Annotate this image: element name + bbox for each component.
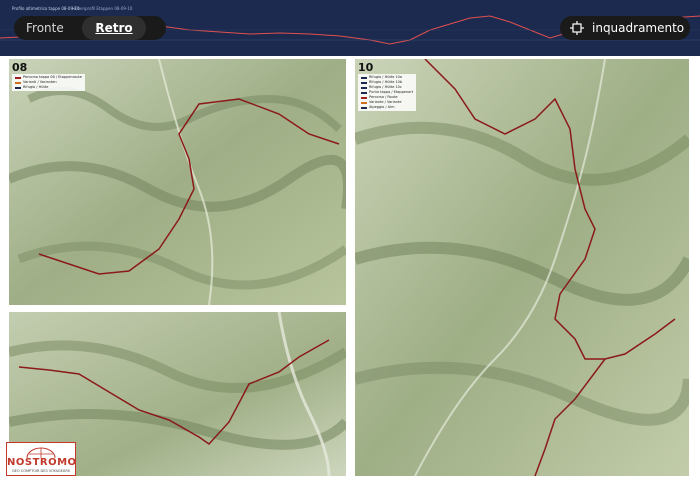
legend-item: Alpeggio / Alm: [361, 105, 413, 110]
legend-item: Rifugio / Hütte: [15, 85, 82, 90]
panel-number-10: 10: [358, 61, 374, 74]
legend-08: Percorso tappa 08 / Etappenroute Variant…: [12, 74, 85, 91]
logo-tagline: GEO COMPTOIR DES VOYAGEURS: [11, 469, 71, 473]
map-panel-10[interactable]: 10 Rifugio / Hütte 10a Rifugio / Hütte 1…: [355, 59, 689, 476]
map-10-terrain: [355, 59, 689, 476]
map-08-terrain: [9, 59, 346, 305]
frame-button[interactable]: inquadramento: [560, 16, 690, 40]
crop-frame-icon: [570, 21, 584, 35]
nostromo-logo: NOSTROMO GEO COMPTOIR DES VOYAGEURS: [6, 442, 76, 476]
profile-subtitle: Höhenprofil Etappen 08-09-10: [72, 6, 133, 11]
frame-button-label: inquadramento: [592, 21, 685, 35]
panel-number-08: 08: [12, 61, 28, 74]
logo-name: NOSTROMO: [7, 457, 77, 468]
back-button[interactable]: Retro: [82, 16, 146, 40]
legend-10: Rifugio / Hütte 10a Rifugio / Hütte 10b …: [358, 74, 417, 111]
profile-title: Profilo altimetrico tappe 08-09-10: [12, 6, 80, 11]
side-toggle: Fronte Retro: [14, 16, 166, 40]
map-panel-08[interactable]: 08 Percorso tappa 08 / Etappenroute Vari…: [9, 59, 346, 305]
globe-logo-icon: [26, 447, 56, 469]
front-button[interactable]: Fronte: [14, 16, 82, 40]
